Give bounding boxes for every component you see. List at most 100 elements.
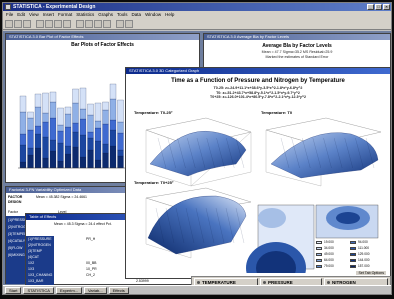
taskbar: Start STATISTICA Experim... Variab... Ef… — [3, 285, 391, 294]
surface-panel-2 — [265, 117, 382, 187]
legend-swatch — [350, 246, 356, 250]
effects-row-factor[interactable]: (1)PRESSURE — [28, 237, 52, 241]
bar-segment — [64, 113, 72, 128]
legend-label: 64.000 — [324, 258, 334, 262]
bar-segment — [87, 137, 94, 151]
contour-legend-item: 64.000 — [316, 258, 334, 262]
panel-2-surface — [270, 132, 379, 179]
bar-segment — [34, 133, 42, 149]
save-icon[interactable] — [23, 20, 31, 28]
help-icon[interactable] — [125, 20, 133, 28]
application-window: STATISTICA - Experimental Design _ □ × F… — [2, 2, 392, 295]
chart-icon[interactable] — [103, 20, 111, 28]
legend-swatch — [316, 264, 322, 268]
zoom-icon[interactable] — [116, 20, 124, 28]
menu-tools[interactable]: Tools — [117, 11, 128, 18]
effects-row-level: CH_2 — [86, 273, 95, 277]
contour-legend-item: 129.000 — [350, 252, 370, 256]
bar-segment — [57, 107, 64, 126]
effects-row-factor[interactable]: (3)TEMP — [28, 249, 42, 253]
bar-segment — [102, 101, 109, 111]
effects-row-level: PR_H — [86, 237, 96, 241]
bar-segment — [94, 140, 102, 161]
menu-window[interactable]: Window — [145, 11, 161, 18]
app-titlebar[interactable]: STATISTICA - Experimental Design _ □ × — [3, 3, 391, 11]
categorized-graph-window[interactable]: STATISTICA 3.0 3D Categorized Graph Time… — [125, 67, 391, 279]
bar-segment — [64, 126, 72, 147]
bar-segment — [64, 145, 72, 155]
effects-row-factor[interactable]: (4)CAT — [28, 255, 39, 259]
effects-row-factor[interactable]: 1X3_BAR — [28, 279, 43, 283]
temperature-bullet-icon — [197, 281, 200, 284]
variability-row[interactable]: (6)MIXING — [8, 253, 25, 257]
graph-icon[interactable] — [76, 20, 84, 28]
bar-segment — [102, 143, 109, 154]
legend-label: 34.000 — [324, 246, 334, 250]
effects-row-factor[interactable]: (2)NITROGEN — [28, 243, 51, 247]
cut-icon[interactable] — [45, 20, 53, 28]
legend-label: 157.000 — [358, 264, 370, 268]
tab-options-title: Set Tab Options — [356, 271, 386, 275]
taskbar-item[interactable]: Variab... — [84, 286, 107, 294]
bar-plot-window-title[interactable]: STATISTICA 3.0 Bar Plot of Factor Effect… — [6, 34, 199, 40]
average-levels-chart-title: Average Bla by Factor Levels — [262, 43, 332, 49]
taskbar-item[interactable]: Effects — [108, 286, 129, 294]
menu-graphs[interactable]: Graphs — [98, 11, 113, 18]
bar-segment — [94, 127, 102, 142]
table-icon[interactable] — [94, 20, 102, 28]
variability-header: Mean = 45.382 Sigma = 24.4661 — [36, 195, 87, 199]
effects-row-factor[interactable]: 1X2 — [28, 261, 34, 265]
effects-row-factor[interactable]: 1X3 — [28, 267, 34, 271]
menu-file[interactable]: File — [6, 11, 13, 18]
bar-segment — [19, 95, 27, 113]
bar-segment — [19, 111, 27, 135]
print-icon[interactable] — [36, 20, 44, 28]
bar-segment — [19, 161, 27, 169]
legend-swatch — [350, 264, 356, 268]
bar-segment — [27, 117, 34, 131]
surface-panel-1 — [145, 117, 252, 187]
bar-segment — [42, 157, 49, 169]
minimize-button[interactable]: _ — [367, 4, 374, 10]
panel-3-surface — [147, 195, 247, 255]
desktop: STATISTICA - Experimental Design _ □ × F… — [0, 0, 394, 299]
bar-segment — [27, 129, 34, 149]
menu-edit[interactable]: Edit — [17, 11, 25, 18]
legend-swatch — [316, 258, 322, 262]
menu-format[interactable]: Format — [58, 11, 72, 18]
bar-segment — [27, 147, 34, 156]
copy-icon[interactable] — [54, 20, 62, 28]
bar-segment — [87, 131, 94, 139]
menu-help[interactable]: Help — [165, 11, 174, 18]
average-levels-window-title[interactable]: STATISTICA 3.0 Average Bla by Factor Lev… — [204, 34, 390, 40]
legend-swatch — [316, 252, 322, 256]
taskbar-item[interactable]: STATISTICA — [23, 286, 54, 294]
variability-row[interactable]: (5)FLOW — [8, 246, 22, 250]
stats-icon[interactable] — [85, 20, 93, 28]
menu-insert[interactable]: Insert — [43, 11, 54, 18]
taskbar-item[interactable]: Experim... — [55, 286, 82, 294]
menu-data[interactable]: Data — [132, 11, 142, 18]
bar-segment — [49, 91, 57, 103]
paste-icon[interactable] — [63, 20, 71, 28]
bar-segment — [57, 142, 64, 162]
bar-segment — [109, 145, 117, 169]
bar-segment — [102, 152, 109, 169]
menu-bar: File Edit View Insert Format Statistics … — [3, 11, 391, 18]
bar-segment — [42, 92, 49, 114]
contour-legend-item: 79.000 — [316, 264, 334, 268]
close-button[interactable]: × — [383, 4, 390, 10]
menu-statistics[interactable]: Statistics — [76, 11, 94, 18]
bar-segment — [34, 93, 42, 108]
effects-row-factor[interactable]: 1X3_CHANING — [28, 273, 52, 277]
maximize-button[interactable]: □ — [375, 4, 382, 10]
bar-segment — [102, 109, 109, 125]
bar-segment — [109, 83, 117, 100]
bar-segment — [49, 101, 57, 119]
new-icon[interactable] — [5, 20, 13, 28]
contour-legend-item: 34.000 — [316, 246, 334, 250]
contour-legend-item: 19.000 — [316, 240, 334, 244]
menu-view[interactable]: View — [29, 11, 39, 18]
start-button[interactable]: Start — [5, 286, 22, 294]
open-icon[interactable] — [14, 20, 22, 28]
